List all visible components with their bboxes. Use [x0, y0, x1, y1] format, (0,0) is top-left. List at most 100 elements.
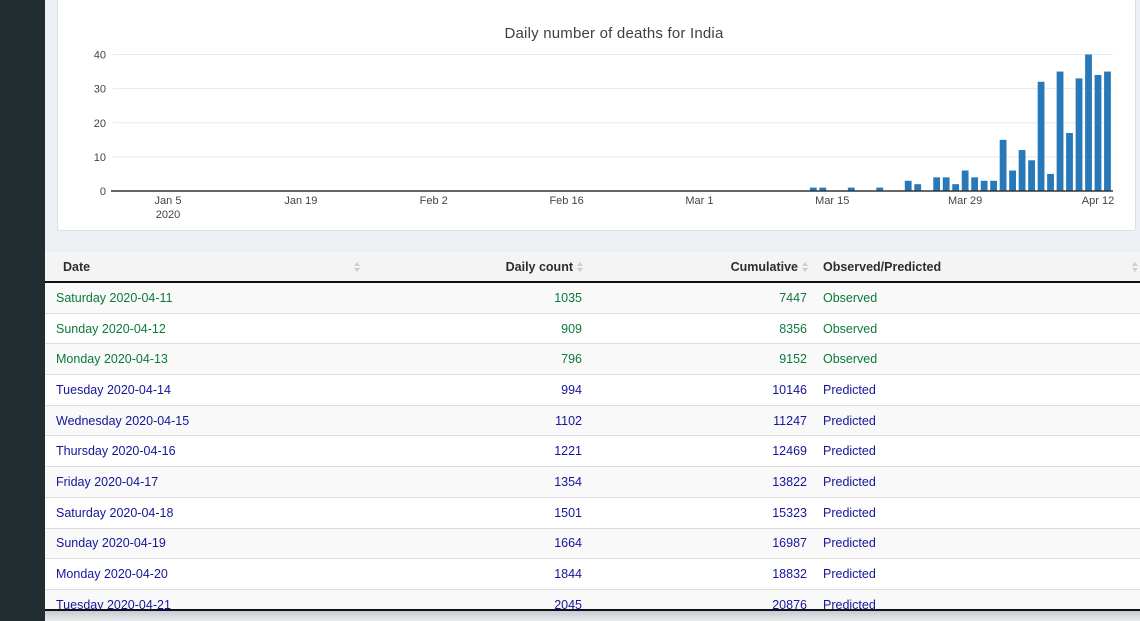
- y-tick-label: 10: [94, 152, 106, 164]
- bar[interactable]: [1057, 72, 1064, 191]
- cell-status: Observed: [815, 313, 1140, 344]
- cell-cumulative: 15323: [590, 497, 815, 528]
- table-row[interactable]: Thursday 2020-04-16122112469Predicted: [45, 436, 1140, 467]
- x-tick-label: Jan 5: [155, 195, 182, 207]
- cell-cumulative: 8356: [590, 313, 815, 344]
- bar[interactable]: [1028, 160, 1035, 191]
- bar[interactable]: [971, 177, 978, 191]
- bar[interactable]: [1009, 171, 1016, 191]
- bar[interactable]: [1047, 174, 1054, 191]
- cell-cumulative: 11247: [590, 405, 815, 436]
- table-row[interactable]: Saturday 2020-04-1110357447Observed: [45, 282, 1140, 313]
- cell-daily-count: 1844: [367, 559, 590, 590]
- x-tick-label: Feb 2: [420, 195, 448, 207]
- cell-date: Sunday 2020-04-19: [45, 528, 367, 559]
- bar[interactable]: [952, 184, 959, 191]
- bar[interactable]: [1019, 150, 1026, 191]
- table-row[interactable]: Sunday 2020-04-19166416987Predicted: [45, 528, 1140, 559]
- x-tick-label: Mar 15: [815, 195, 849, 207]
- cell-daily-count: 1102: [367, 405, 590, 436]
- y-tick-label: 30: [94, 84, 106, 96]
- x-tick-label: Mar 1: [685, 195, 713, 207]
- cell-status: Predicted: [815, 467, 1140, 498]
- chart-svg[interactable]: 010203040Jan 52020Jan 19Feb 2Feb 16Mar 1…: [58, 0, 1136, 231]
- bar[interactable]: [1104, 72, 1111, 191]
- cell-date: Monday 2020-04-20: [45, 559, 367, 590]
- x-tick-label: Mar 29: [948, 195, 982, 207]
- table-header: Date Daily count Cumulative Observed/Pre…: [45, 252, 1140, 282]
- column-header-label: Observed/Predicted: [823, 260, 941, 274]
- sort-icon: [354, 262, 360, 272]
- page: Daily number of deaths for India 0102030…: [0, 0, 1140, 621]
- cell-status: Predicted: [815, 559, 1140, 590]
- bar[interactable]: [933, 177, 940, 191]
- table-row[interactable]: Wednesday 2020-04-15110211247Predicted: [45, 405, 1140, 436]
- bar[interactable]: [905, 181, 912, 191]
- cell-daily-count: 1035: [367, 282, 590, 313]
- table-row[interactable]: Friday 2020-04-17135413822Predicted: [45, 467, 1140, 498]
- cell-status: Observed: [815, 282, 1140, 313]
- cell-cumulative: 7447: [590, 282, 815, 313]
- cell-date: Saturday 2020-04-11: [45, 282, 367, 313]
- cell-daily-count: 1501: [367, 497, 590, 528]
- column-header-observed-predicted[interactable]: Observed/Predicted: [815, 252, 1140, 282]
- sort-icon: [1132, 262, 1138, 272]
- bar[interactable]: [981, 181, 988, 191]
- cell-cumulative: 9152: [590, 344, 815, 375]
- cell-date: Tuesday 2020-04-14: [45, 375, 367, 406]
- cell-daily-count: 994: [367, 375, 590, 406]
- x-tick-label: Apr 12: [1082, 195, 1114, 207]
- bar[interactable]: [943, 177, 950, 191]
- cell-cumulative: 13822: [590, 467, 815, 498]
- table-row[interactable]: Tuesday 2020-04-1499410146Predicted: [45, 375, 1140, 406]
- cell-date: Thursday 2020-04-16: [45, 436, 367, 467]
- cell-date: Sunday 2020-04-12: [45, 313, 367, 344]
- bar[interactable]: [1066, 133, 1073, 191]
- column-header-date[interactable]: Date: [45, 252, 367, 282]
- y-tick-label: 0: [100, 186, 106, 198]
- sort-icon: [802, 262, 808, 272]
- bar[interactable]: [1095, 75, 1102, 191]
- cell-daily-count: 1354: [367, 467, 590, 498]
- table-row[interactable]: Monday 2020-04-20184418832Predicted: [45, 559, 1140, 590]
- cell-status: Observed: [815, 344, 1140, 375]
- table-row[interactable]: Sunday 2020-04-129098356Observed: [45, 313, 1140, 344]
- cell-date: Wednesday 2020-04-15: [45, 405, 367, 436]
- y-tick-label: 40: [94, 50, 106, 62]
- table-body: Saturday 2020-04-1110357447ObservedSunda…: [45, 282, 1140, 620]
- cell-date: Saturday 2020-04-18: [45, 497, 367, 528]
- x-tick-label: Feb 16: [549, 195, 583, 207]
- table-row[interactable]: Saturday 2020-04-18150115323Predicted: [45, 497, 1140, 528]
- column-header-cumulative[interactable]: Cumulative: [590, 252, 815, 282]
- data-table: Date Daily count Cumulative Observed/Pre…: [45, 252, 1140, 620]
- cell-cumulative: 12469: [590, 436, 815, 467]
- chart-card: Daily number of deaths for India 0102030…: [57, 0, 1136, 231]
- bar[interactable]: [1000, 140, 1007, 191]
- bar[interactable]: [1076, 78, 1083, 191]
- bar[interactable]: [914, 184, 921, 191]
- cell-cumulative: 10146: [590, 375, 815, 406]
- x-tick-label: Jan 19: [284, 195, 317, 207]
- bar[interactable]: [962, 171, 969, 191]
- cell-status: Predicted: [815, 497, 1140, 528]
- cell-daily-count: 1664: [367, 528, 590, 559]
- cell-status: Predicted: [815, 405, 1140, 436]
- column-header-label: Daily count: [506, 260, 573, 274]
- bar[interactable]: [1085, 55, 1092, 192]
- app-sidebar: [0, 0, 45, 621]
- cell-daily-count: 1221: [367, 436, 590, 467]
- cell-date: Friday 2020-04-17: [45, 467, 367, 498]
- table-row[interactable]: Monday 2020-04-137969152Observed: [45, 344, 1140, 375]
- bar[interactable]: [1038, 82, 1045, 191]
- cell-status: Predicted: [815, 528, 1140, 559]
- cell-daily-count: 796: [367, 344, 590, 375]
- y-tick-label: 20: [94, 118, 106, 130]
- cell-cumulative: 16987: [590, 528, 815, 559]
- cell-status: Predicted: [815, 436, 1140, 467]
- bar[interactable]: [990, 181, 997, 191]
- cell-cumulative: 18832: [590, 559, 815, 590]
- sort-icon: [577, 262, 583, 272]
- column-header-daily-count[interactable]: Daily count: [367, 252, 590, 282]
- column-header-label: Date: [63, 260, 90, 274]
- cell-date: Monday 2020-04-13: [45, 344, 367, 375]
